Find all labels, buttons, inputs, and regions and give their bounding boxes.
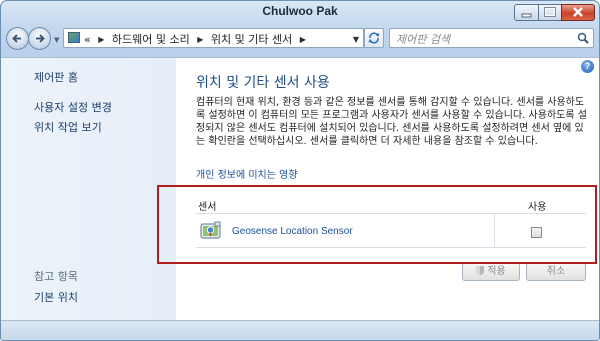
chevron-right-icon[interactable]: ▶ xyxy=(98,35,104,44)
apply-button-label: 적용 xyxy=(487,266,506,277)
help-icon[interactable]: ? xyxy=(581,60,594,73)
breadcrumb-location-sensors[interactable]: 위치 및 기타 센서 xyxy=(211,33,292,46)
history-dropdown-icon[interactable]: ▼ xyxy=(54,36,59,44)
minimize-icon xyxy=(521,13,532,18)
task-pane: 제어판 홈 사용자 설정 변경 위치 작업 보기 참고 항목 기본 위치 xyxy=(1,58,176,320)
breadcrumb-overflow[interactable]: « xyxy=(84,33,91,46)
address-bar[interactable]: « ▶ 하드웨어 및 소리 ▶ 위치 및 기타 센서 ▶ ▼ xyxy=(63,28,364,48)
refresh-button[interactable] xyxy=(364,28,384,48)
page-title: 위치 및 기타 센서 사용 xyxy=(196,75,330,91)
window-title: Chulwoo Pak xyxy=(262,4,338,18)
sensor-table-highlight xyxy=(157,185,597,264)
chevron-right-icon[interactable]: ▶ xyxy=(300,35,306,44)
maximize-button[interactable] xyxy=(538,4,562,21)
cancel-button-label: 취소 xyxy=(546,266,566,277)
cancel-button[interactable]: 취소 xyxy=(526,263,586,281)
see-also-heading: 참고 항목 xyxy=(34,270,78,283)
search-box[interactable]: 제어판 검색 xyxy=(389,28,594,48)
title-bar[interactable]: Chulwoo Pak xyxy=(1,1,599,23)
close-icon xyxy=(573,7,583,17)
maximize-icon xyxy=(544,7,556,17)
sidebar-link-change-settings[interactable]: 사용자 설정 변경 xyxy=(34,99,112,115)
status-bar xyxy=(1,320,599,340)
sidebar-link-view-location-activity[interactable]: 위치 작업 보기 xyxy=(34,119,102,135)
search-input[interactable]: 제어판 검색 xyxy=(396,31,450,47)
back-button[interactable] xyxy=(6,27,29,50)
privacy-link[interactable]: 개인 정보에 미치는 영향 xyxy=(196,166,298,181)
apply-button[interactable]: 적용 xyxy=(462,263,520,281)
uac-shield-icon xyxy=(476,266,485,275)
breadcrumb-hardware-sound[interactable]: 하드웨어 및 소리 xyxy=(112,33,190,46)
search-icon[interactable] xyxy=(577,32,589,44)
control-panel-window: Chulwoo Pak ▼ « ▶ 하드웨어 및 소리 ▶ 위치 및 기타 센서 xyxy=(0,0,600,341)
sidebar-link-default-location[interactable]: 기본 위치 xyxy=(34,289,78,305)
page-description: 컴퓨터의 현재 위치, 환경 등과 같은 정보를 센서를 통해 감지할 수 있습… xyxy=(196,97,587,147)
breadcrumb: « ▶ 하드웨어 및 소리 ▶ 위치 및 기타 센서 ▶ xyxy=(84,31,310,47)
sidebar-link-control-panel-home[interactable]: 제어판 홈 xyxy=(34,69,78,85)
navigation-bar: ▼ « ▶ 하드웨어 및 소리 ▶ 위치 및 기타 센서 ▶ ▼ 제어판 검색 xyxy=(1,25,599,55)
forward-button[interactable] xyxy=(28,27,51,50)
address-dropdown-icon[interactable]: ▼ xyxy=(353,35,359,44)
control-panel-icon xyxy=(68,32,80,43)
close-button[interactable] xyxy=(561,4,595,21)
back-arrow-icon xyxy=(12,34,21,43)
refresh-icon xyxy=(368,32,380,44)
minimize-button[interactable] xyxy=(514,4,539,21)
forward-arrow-icon xyxy=(36,34,45,43)
chevron-right-icon[interactable]: ▶ xyxy=(197,35,203,44)
